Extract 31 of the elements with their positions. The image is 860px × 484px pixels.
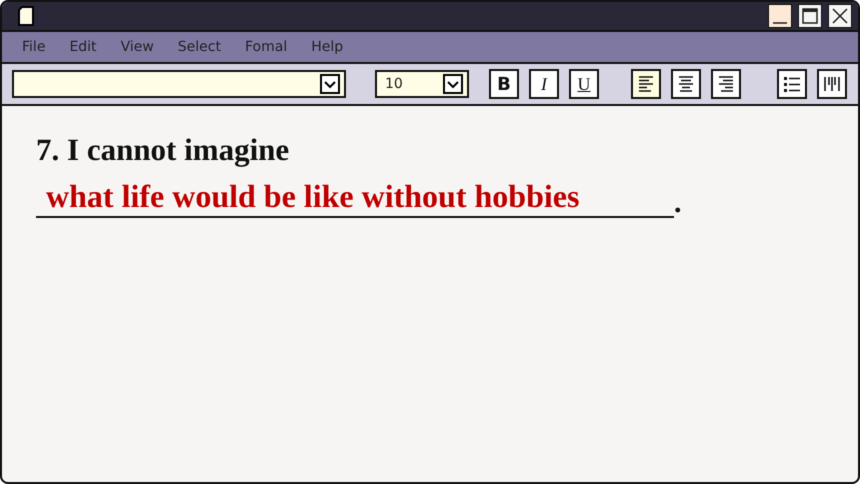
maximize-button[interactable] xyxy=(798,4,822,28)
close-button[interactable] xyxy=(828,4,852,28)
menu-item[interactable]: Select xyxy=(178,39,221,55)
font-dropdown[interactable] xyxy=(12,70,346,98)
period-text: . xyxy=(674,188,682,218)
align-right-button[interactable] xyxy=(711,69,741,99)
italic-button[interactable]: I xyxy=(529,69,559,99)
bullet-list-button[interactable] xyxy=(777,69,807,99)
menu-item[interactable]: Fomal xyxy=(245,39,288,55)
menu-item[interactable]: View xyxy=(120,39,154,55)
columns-icon xyxy=(822,74,842,94)
minimize-button[interactable] xyxy=(768,4,792,28)
underline-button[interactable]: U xyxy=(569,69,599,99)
document-icon xyxy=(18,6,34,26)
maximize-icon xyxy=(800,6,820,26)
align-left-icon xyxy=(636,74,656,94)
question-text: 7. I cannot imagine xyxy=(36,132,290,168)
align-right-icon xyxy=(716,74,736,94)
size-dropdown[interactable]: 10 xyxy=(375,70,469,98)
bullet-list-icon xyxy=(782,74,802,94)
align-center-button[interactable] xyxy=(671,69,701,99)
minimize-icon xyxy=(773,22,787,24)
bold-button[interactable]: B xyxy=(489,69,519,99)
menu-item[interactable]: Edit xyxy=(69,39,97,55)
columns-button[interactable] xyxy=(817,69,847,99)
close-icon xyxy=(830,6,850,26)
answer-line: what life would be like without hobbies xyxy=(36,176,674,218)
align-left-button[interactable] xyxy=(631,69,661,99)
align-center-icon xyxy=(676,74,696,94)
menu-item[interactable]: Help xyxy=(311,39,344,55)
menu-item[interactable]: File xyxy=(22,39,46,55)
